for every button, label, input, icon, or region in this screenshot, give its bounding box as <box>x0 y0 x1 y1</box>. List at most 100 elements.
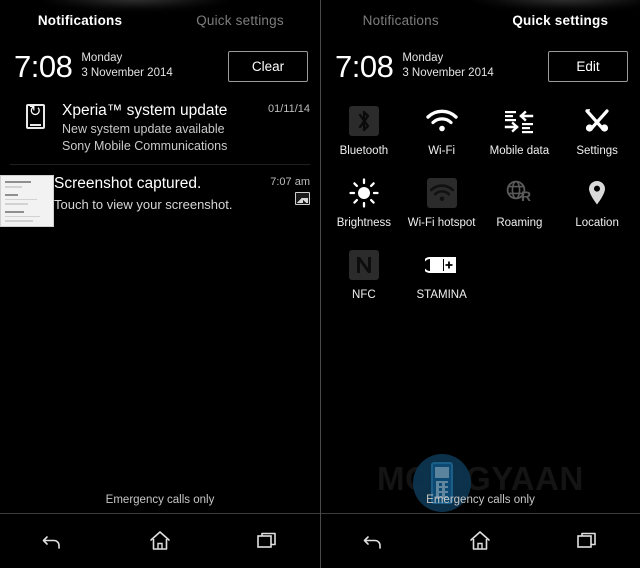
quick-tile-icon-slot: R <box>483 176 557 210</box>
svg-text:R: R <box>521 188 531 204</box>
clock-date-block: Monday 3 November 2014 <box>81 52 228 80</box>
photo-icon <box>295 192 310 205</box>
tab-quick-settings[interactable]: Quick settings <box>160 13 320 28</box>
panel-tabs-right: Notifications Quick settings <box>321 0 640 40</box>
recents-button[interactable] <box>213 514 320 568</box>
notification-list: Xperia™ system update New system update … <box>0 96 320 235</box>
back-button[interactable] <box>0 514 107 568</box>
quick-tile-nfc[interactable]: NFC <box>325 240 403 312</box>
quick-tile-icon-slot <box>327 176 401 210</box>
roaming-icon: R <box>507 180 532 204</box>
watermark-text: MOBIGYAAN <box>377 460 584 497</box>
quick-tile-icon-slot <box>560 104 634 138</box>
quick-tile-icon-slot <box>483 104 557 138</box>
location-pin-icon <box>589 181 606 205</box>
panel-tabs-left: Notifications Quick settings <box>0 0 320 40</box>
quick-tile-location[interactable]: Location <box>558 168 636 240</box>
clock-date: 3 November 2014 <box>402 67 494 79</box>
xperia-update-icon <box>25 102 45 129</box>
clock-weekday: Monday <box>81 52 123 64</box>
quick-tile-label: Wi-Fi <box>428 145 456 157</box>
clock-date: 3 November 2014 <box>81 67 173 79</box>
notification-item-system-update[interactable]: Xperia™ system update New system update … <box>0 96 320 162</box>
notification-icon-slot <box>0 173 54 227</box>
notification-line-1: New system update available <box>62 122 225 136</box>
notification-item-screenshot[interactable]: Screenshot captured. Touch to view your … <box>0 169 320 235</box>
quick-tile-label: Location <box>575 217 619 229</box>
home-button[interactable] <box>427 514 533 568</box>
clear-button[interactable]: Clear <box>228 50 308 82</box>
screenshot-thumbnail <box>0 175 54 227</box>
navigation-bar-left <box>0 513 320 568</box>
recents-button[interactable] <box>534 514 640 568</box>
notification-line-2: Sony Mobile Communications <box>62 139 228 153</box>
carrier-status-right: Emergency calls only <box>426 494 535 506</box>
home-icon <box>150 531 170 550</box>
notification-text-block: Screenshot captured. Touch to view your … <box>54 173 264 227</box>
notification-icon-slot <box>8 100 62 154</box>
tab-notifications[interactable]: Notifications <box>0 13 160 28</box>
quick-tile-label: Wi-Fi hotspot <box>407 217 476 229</box>
quick-tile-brightness[interactable]: Brightness <box>325 168 403 240</box>
quick-tile-roaming[interactable]: R Roaming <box>481 168 559 240</box>
home-button[interactable] <box>107 514 214 568</box>
brightness-icon <box>349 178 379 208</box>
recents-icon <box>256 532 276 548</box>
quick-tile-wifi-hotspot[interactable]: Wi-Fi hotspot <box>403 168 481 240</box>
quick-tile-label: Bluetooth <box>339 145 389 157</box>
notification-title: Screenshot captured. <box>54 175 202 192</box>
quick-tile-icon-slot <box>327 104 401 138</box>
tab-quick-settings[interactable]: Quick settings <box>481 13 640 28</box>
carrier-status-left: Emergency calls only <box>105 494 215 506</box>
quick-tile-bluetooth[interactable]: Bluetooth <box>325 96 403 168</box>
clock-time: 7:08 <box>14 48 73 84</box>
notifications-panel: Notifications Quick settings 7:08 Monday… <box>0 0 320 568</box>
mobigyaan-watermark: MOBIGYAAN <box>377 454 627 516</box>
navigation-bar-right <box>321 513 640 568</box>
clock-time: 7:08 <box>335 48 394 84</box>
quick-tile-label: STAMINA <box>416 289 467 301</box>
wifi-hotspot-icon <box>426 178 457 208</box>
quick-tile-label: NFC <box>352 289 376 301</box>
notification-meta: 01/11/14 <box>262 100 310 154</box>
stamina-battery-icon <box>424 257 456 273</box>
quick-tile-stamina[interactable]: STAMINA <box>403 240 481 312</box>
notification-text-block: Xperia™ system update New system update … <box>62 100 262 154</box>
notification-meta: 7:07 am <box>264 173 310 227</box>
settings-icon <box>585 109 609 132</box>
quick-tile-icon-slot <box>405 248 479 282</box>
quick-tile-mobile-data[interactable]: Mobile data <box>481 96 559 168</box>
clock-weekday: Monday <box>402 52 444 64</box>
wifi-icon <box>425 109 458 132</box>
back-icon <box>363 536 381 549</box>
tab-notifications[interactable]: Notifications <box>321 13 481 28</box>
mobile-data-icon <box>505 110 534 134</box>
quick-tile-icon-slot <box>560 176 634 210</box>
clock-header-right: 7:08 Monday 3 November 2014 Edit <box>321 42 640 90</box>
edit-button[interactable]: Edit <box>548 50 628 82</box>
quick-tile-icon-slot <box>327 248 401 282</box>
clock-date-block: Monday 3 November 2014 <box>402 52 548 80</box>
quick-tile-wifi[interactable]: Wi-Fi <box>403 96 481 168</box>
quick-tile-label: Brightness <box>336 217 392 229</box>
back-icon <box>43 536 61 549</box>
recents-icon <box>577 532 596 548</box>
quick-tile-icon-slot <box>405 104 479 138</box>
quick-tile-label: Settings <box>576 145 618 157</box>
home-icon <box>470 531 491 550</box>
clock-header-left: 7:08 Monday 3 November 2014 Clear <box>0 42 320 90</box>
back-button[interactable] <box>321 514 427 568</box>
notification-divider <box>10 164 310 165</box>
quick-tile-label: Mobile data <box>489 145 550 157</box>
notification-timestamp: 01/11/14 <box>267 103 310 115</box>
notification-title: Xperia™ system update <box>62 102 228 119</box>
nfc-icon <box>348 250 379 280</box>
quick-settings-grid: Bluetooth Wi-Fi Mobile data Settings Bri… <box>321 92 640 312</box>
quick-tile-settings[interactable]: Settings <box>558 96 636 168</box>
dual-screenshot-container: Notifications Quick settings 7:08 Monday… <box>0 0 640 568</box>
notification-timestamp: 7:07 am <box>270 176 310 188</box>
quick-tile-label: Roaming <box>496 217 543 229</box>
bluetooth-icon <box>348 106 379 136</box>
quick-settings-panel: Notifications Quick settings 7:08 Monday… <box>320 0 640 568</box>
quick-tile-icon-slot <box>405 176 479 210</box>
